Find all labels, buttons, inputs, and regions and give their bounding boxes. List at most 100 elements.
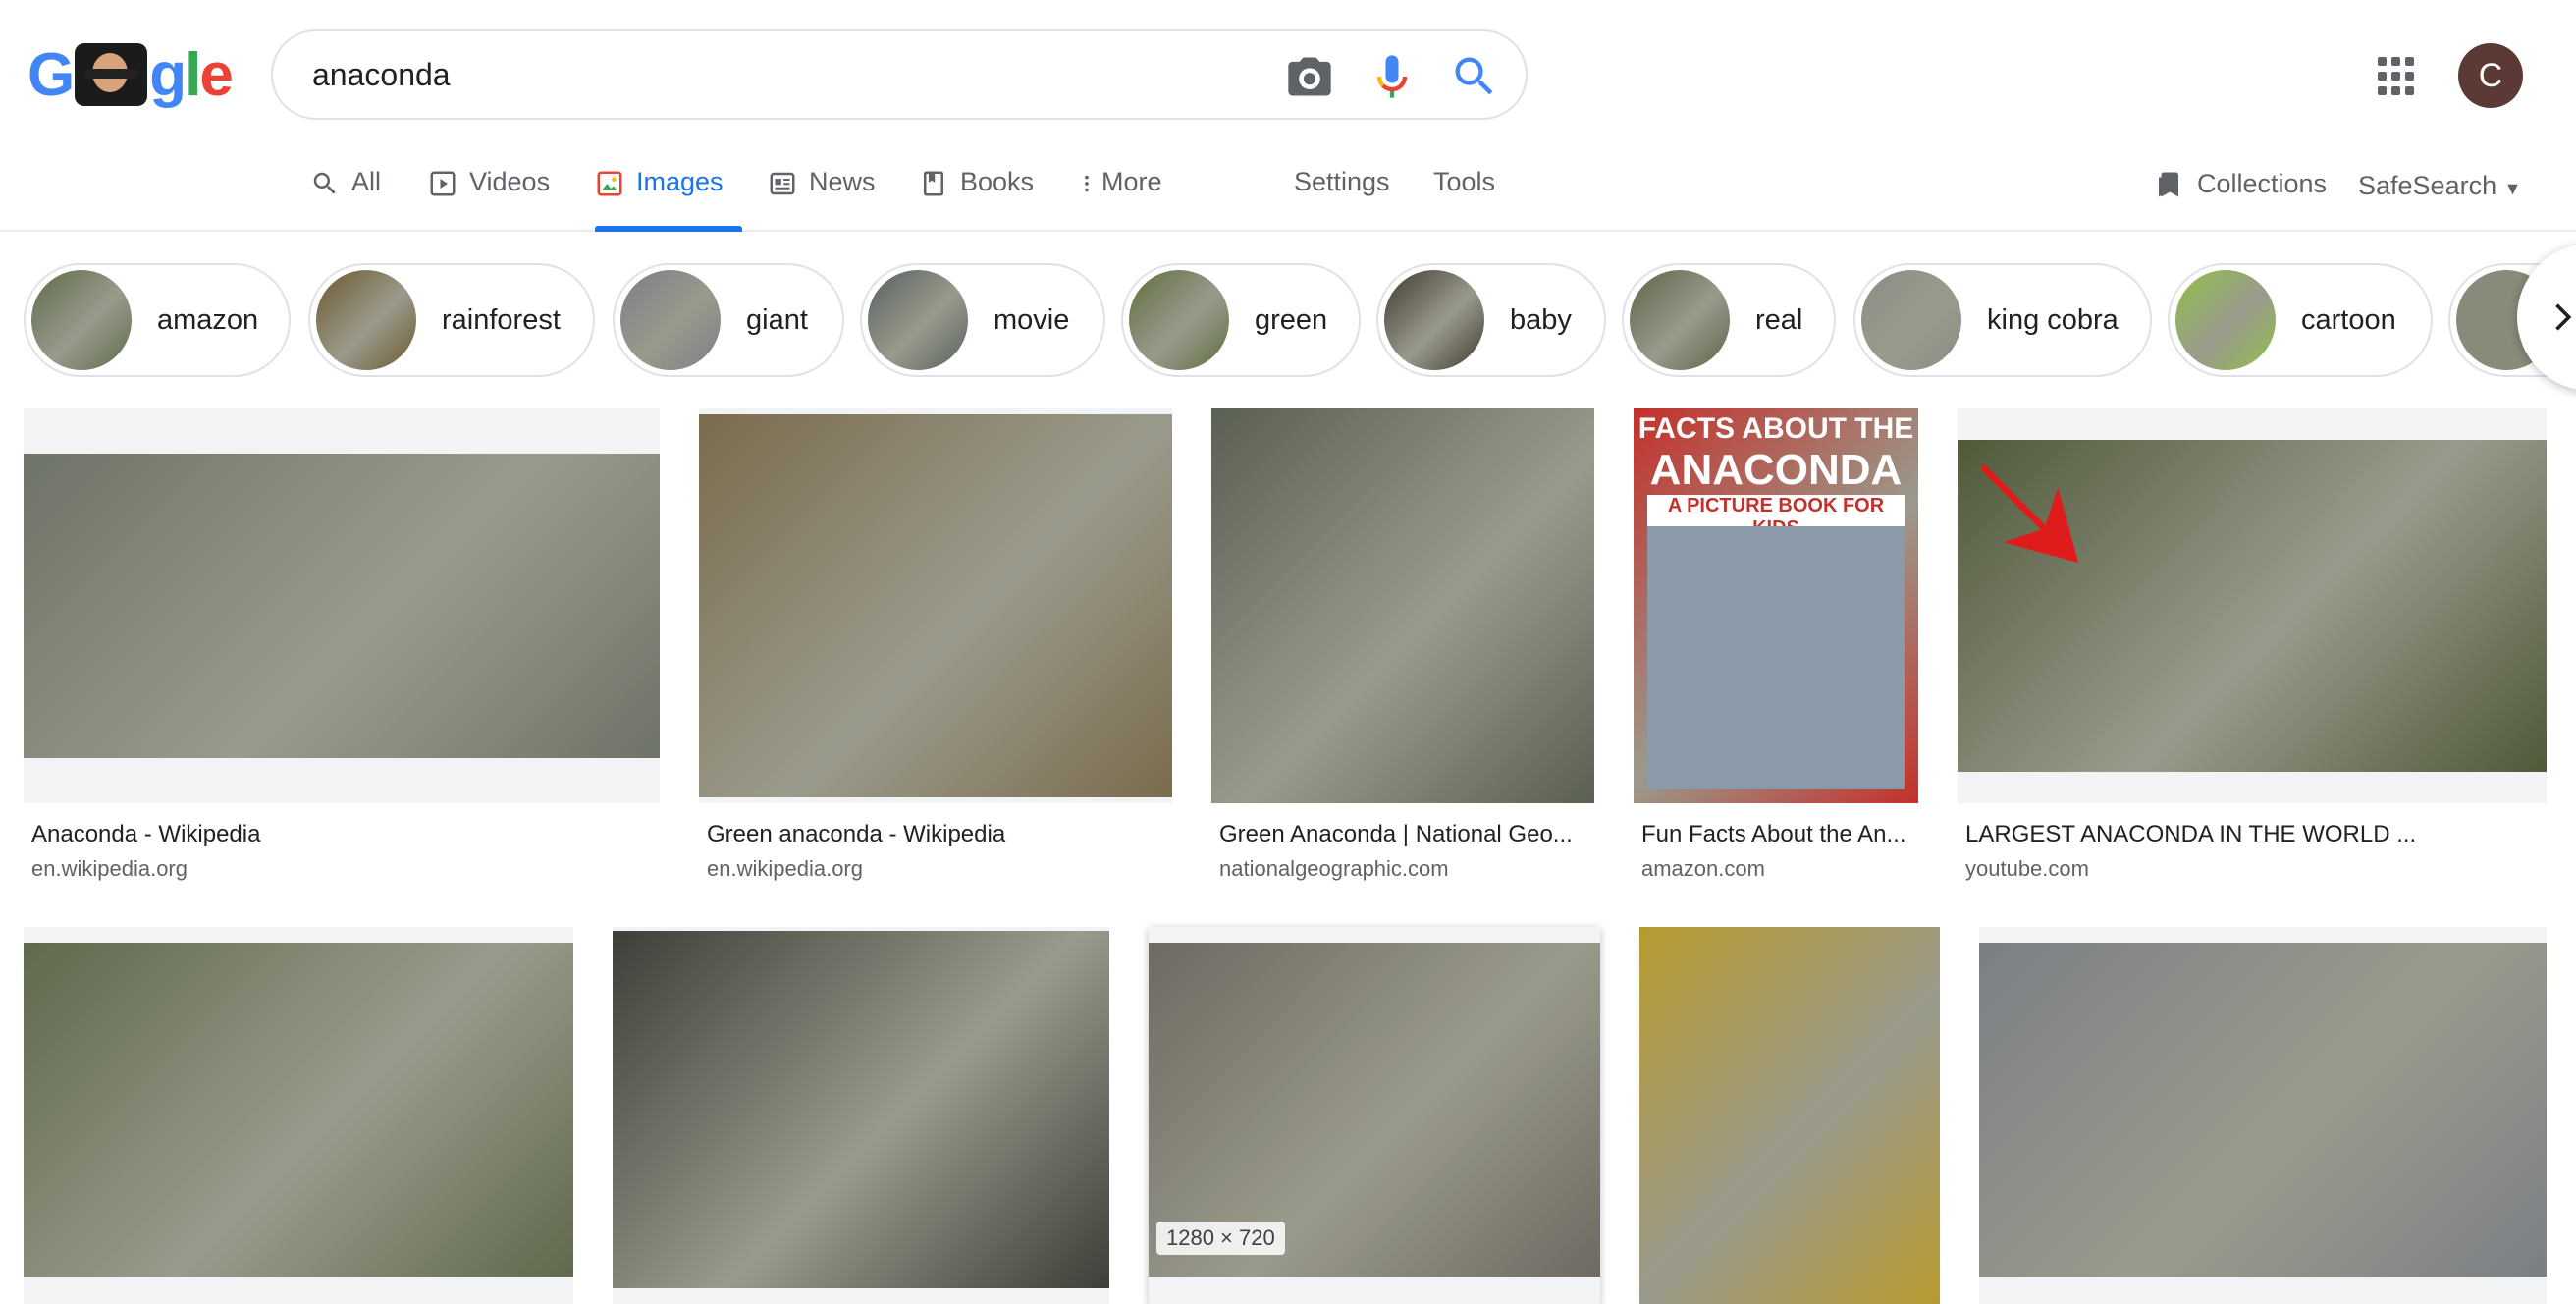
tab-label: All: [351, 167, 382, 196]
book-cover-text: FACTS ABOUT THE: [1637, 412, 1914, 445]
chip-king-cobra[interactable]: king cobra: [1853, 263, 2152, 377]
chip-cartoon[interactable]: cartoon: [2168, 263, 2433, 377]
result-thumbnail-frame: [699, 408, 1172, 803]
result-title[interactable]: LARGEST ANACONDA IN THE WORLD ...: [1965, 821, 2547, 848]
search-input[interactable]: [312, 56, 1196, 93]
result-image: [1979, 943, 2547, 1277]
chip-amazon[interactable]: amazon: [24, 263, 291, 377]
doodle-image: [75, 43, 148, 106]
search-icon: [313, 172, 336, 194]
video-icon: [430, 171, 456, 196]
result-thumbnail-frame: [24, 927, 573, 1304]
chip-label: rainforest: [442, 303, 561, 336]
chip-label: amazon: [157, 303, 259, 336]
result-image: [699, 414, 1172, 797]
collections-icon: [2159, 172, 2178, 197]
caret-down-icon: ▼: [2503, 179, 2522, 198]
book-cover-photo: [1647, 526, 1905, 789]
chip-thumbnail: [31, 270, 132, 370]
logo-letter: g: [149, 40, 187, 109]
chip-giant[interactable]: giant: [613, 263, 844, 377]
tab-label: More: [1101, 167, 1162, 196]
more-vert-icon: [1085, 175, 1089, 192]
result-title[interactable]: Green anaconda - Wikipedia: [707, 821, 1172, 848]
chip-rainforest[interactable]: rainforest: [308, 263, 595, 377]
safesearch-dropdown[interactable]: SafeSearch ▼: [2358, 171, 2521, 201]
result-thumbnail-frame: 1280 × 720: [1149, 927, 1600, 1304]
chip-thumbnail: [2175, 270, 2276, 370]
result-site: en.wikipedia.org: [707, 856, 863, 881]
tab-label: Videos: [469, 167, 551, 196]
search-box: [271, 29, 1528, 120]
result-title[interactable]: Fun Facts About the An...: [1641, 821, 1918, 848]
result-thumbnail-frame: [1639, 927, 1940, 1304]
chip-baby[interactable]: baby: [1376, 263, 1606, 377]
result-image: [1211, 408, 1594, 803]
result-site: nationalgeographic.com: [1219, 856, 1449, 881]
result-image: [1639, 927, 1940, 1304]
camera-icon[interactable]: [1284, 51, 1335, 102]
chip-green[interactable]: green: [1121, 263, 1361, 377]
news-icon: [770, 172, 795, 195]
tab-books[interactable]: Books: [919, 167, 1034, 232]
tab-images[interactable]: Images: [595, 167, 742, 232]
chip-label: green: [1255, 303, 1328, 336]
chip-label: cartoon: [2301, 303, 2396, 336]
account-avatar[interactable]: C: [2458, 43, 2523, 108]
chip-thumbnail: [1861, 270, 1961, 370]
chip-real[interactable]: real: [1622, 263, 1836, 377]
microphone-icon[interactable]: [1367, 51, 1418, 102]
result-title[interactable]: Green Anaconda | National Geo...: [1219, 821, 1594, 848]
chip-label: king cobra: [1987, 303, 2119, 336]
settings-link[interactable]: Settings: [1294, 167, 1390, 197]
chevron-right-icon: [2555, 303, 2572, 331]
chip-label: movie: [993, 303, 1070, 336]
tab-label: News: [809, 167, 876, 196]
result-image: [1958, 440, 2547, 772]
result-thumbnail-frame: [24, 408, 660, 803]
tab-label: Books: [960, 167, 1035, 196]
result-thumbnail-frame: FACTS ABOUT THE ANACONDA A PICTURE BOOK …: [1634, 408, 1918, 803]
book-cover-image: FACTS ABOUT THE ANACONDA A PICTURE BOOK …: [1634, 408, 1918, 803]
chip-movie[interactable]: movie: [860, 263, 1105, 377]
result-thumbnail-frame: [613, 927, 1109, 1304]
book-cover-text: ANACONDA: [1649, 446, 1903, 494]
chip-thumbnail: [1384, 270, 1484, 370]
tab-news[interactable]: News: [768, 167, 876, 232]
collections-label: Collections: [2197, 169, 2328, 198]
result-site: youtube.com: [1965, 856, 2089, 881]
chip-thumbnail: [620, 270, 721, 370]
logo-letter: e: [199, 40, 234, 109]
result-title[interactable]: Anaconda - Wikipedia: [31, 821, 660, 848]
image-dimensions-badge: 1280 × 720: [1156, 1222, 1285, 1255]
book-icon: [924, 171, 943, 196]
chip-thumbnail: [1630, 270, 1730, 370]
result-site: en.wikipedia.org: [31, 856, 188, 881]
tools-link[interactable]: Tools: [1433, 167, 1495, 197]
result-image: [613, 931, 1109, 1288]
logo-letter: G: [27, 40, 75, 109]
chip-label: real: [1755, 303, 1803, 336]
result-thumbnail-frame: [1958, 408, 2547, 803]
google-apps-icon[interactable]: [2378, 57, 2417, 96]
tab-all[interactable]: All: [310, 167, 381, 232]
image-icon: [597, 171, 622, 196]
google-doodle-logo[interactable]: G g l e: [27, 37, 234, 112]
result-image: [24, 943, 573, 1277]
related-search-chips: amazon rainforest giant movie green baby…: [0, 261, 2576, 379]
result-site: amazon.com: [1641, 856, 1765, 881]
search-tabs: All Videos Images News Books More Settin…: [0, 147, 2576, 232]
chip-thumbnail: [316, 270, 416, 370]
result-thumbnail-frame: [1979, 927, 2547, 1304]
result-thumbnail-frame: [1211, 408, 1594, 803]
result-image: [24, 454, 660, 758]
chip-thumbnail: [868, 270, 968, 370]
chip-label: baby: [1510, 303, 1572, 336]
tab-videos[interactable]: Videos: [428, 167, 550, 232]
chip-thumbnail: [1129, 270, 1229, 370]
chip-label: giant: [746, 303, 808, 336]
collections-link[interactable]: Collections: [2154, 169, 2327, 200]
search-icon[interactable]: [1449, 51, 1500, 102]
logo-letter: l: [185, 40, 201, 109]
tab-more[interactable]: More: [1076, 167, 1162, 232]
